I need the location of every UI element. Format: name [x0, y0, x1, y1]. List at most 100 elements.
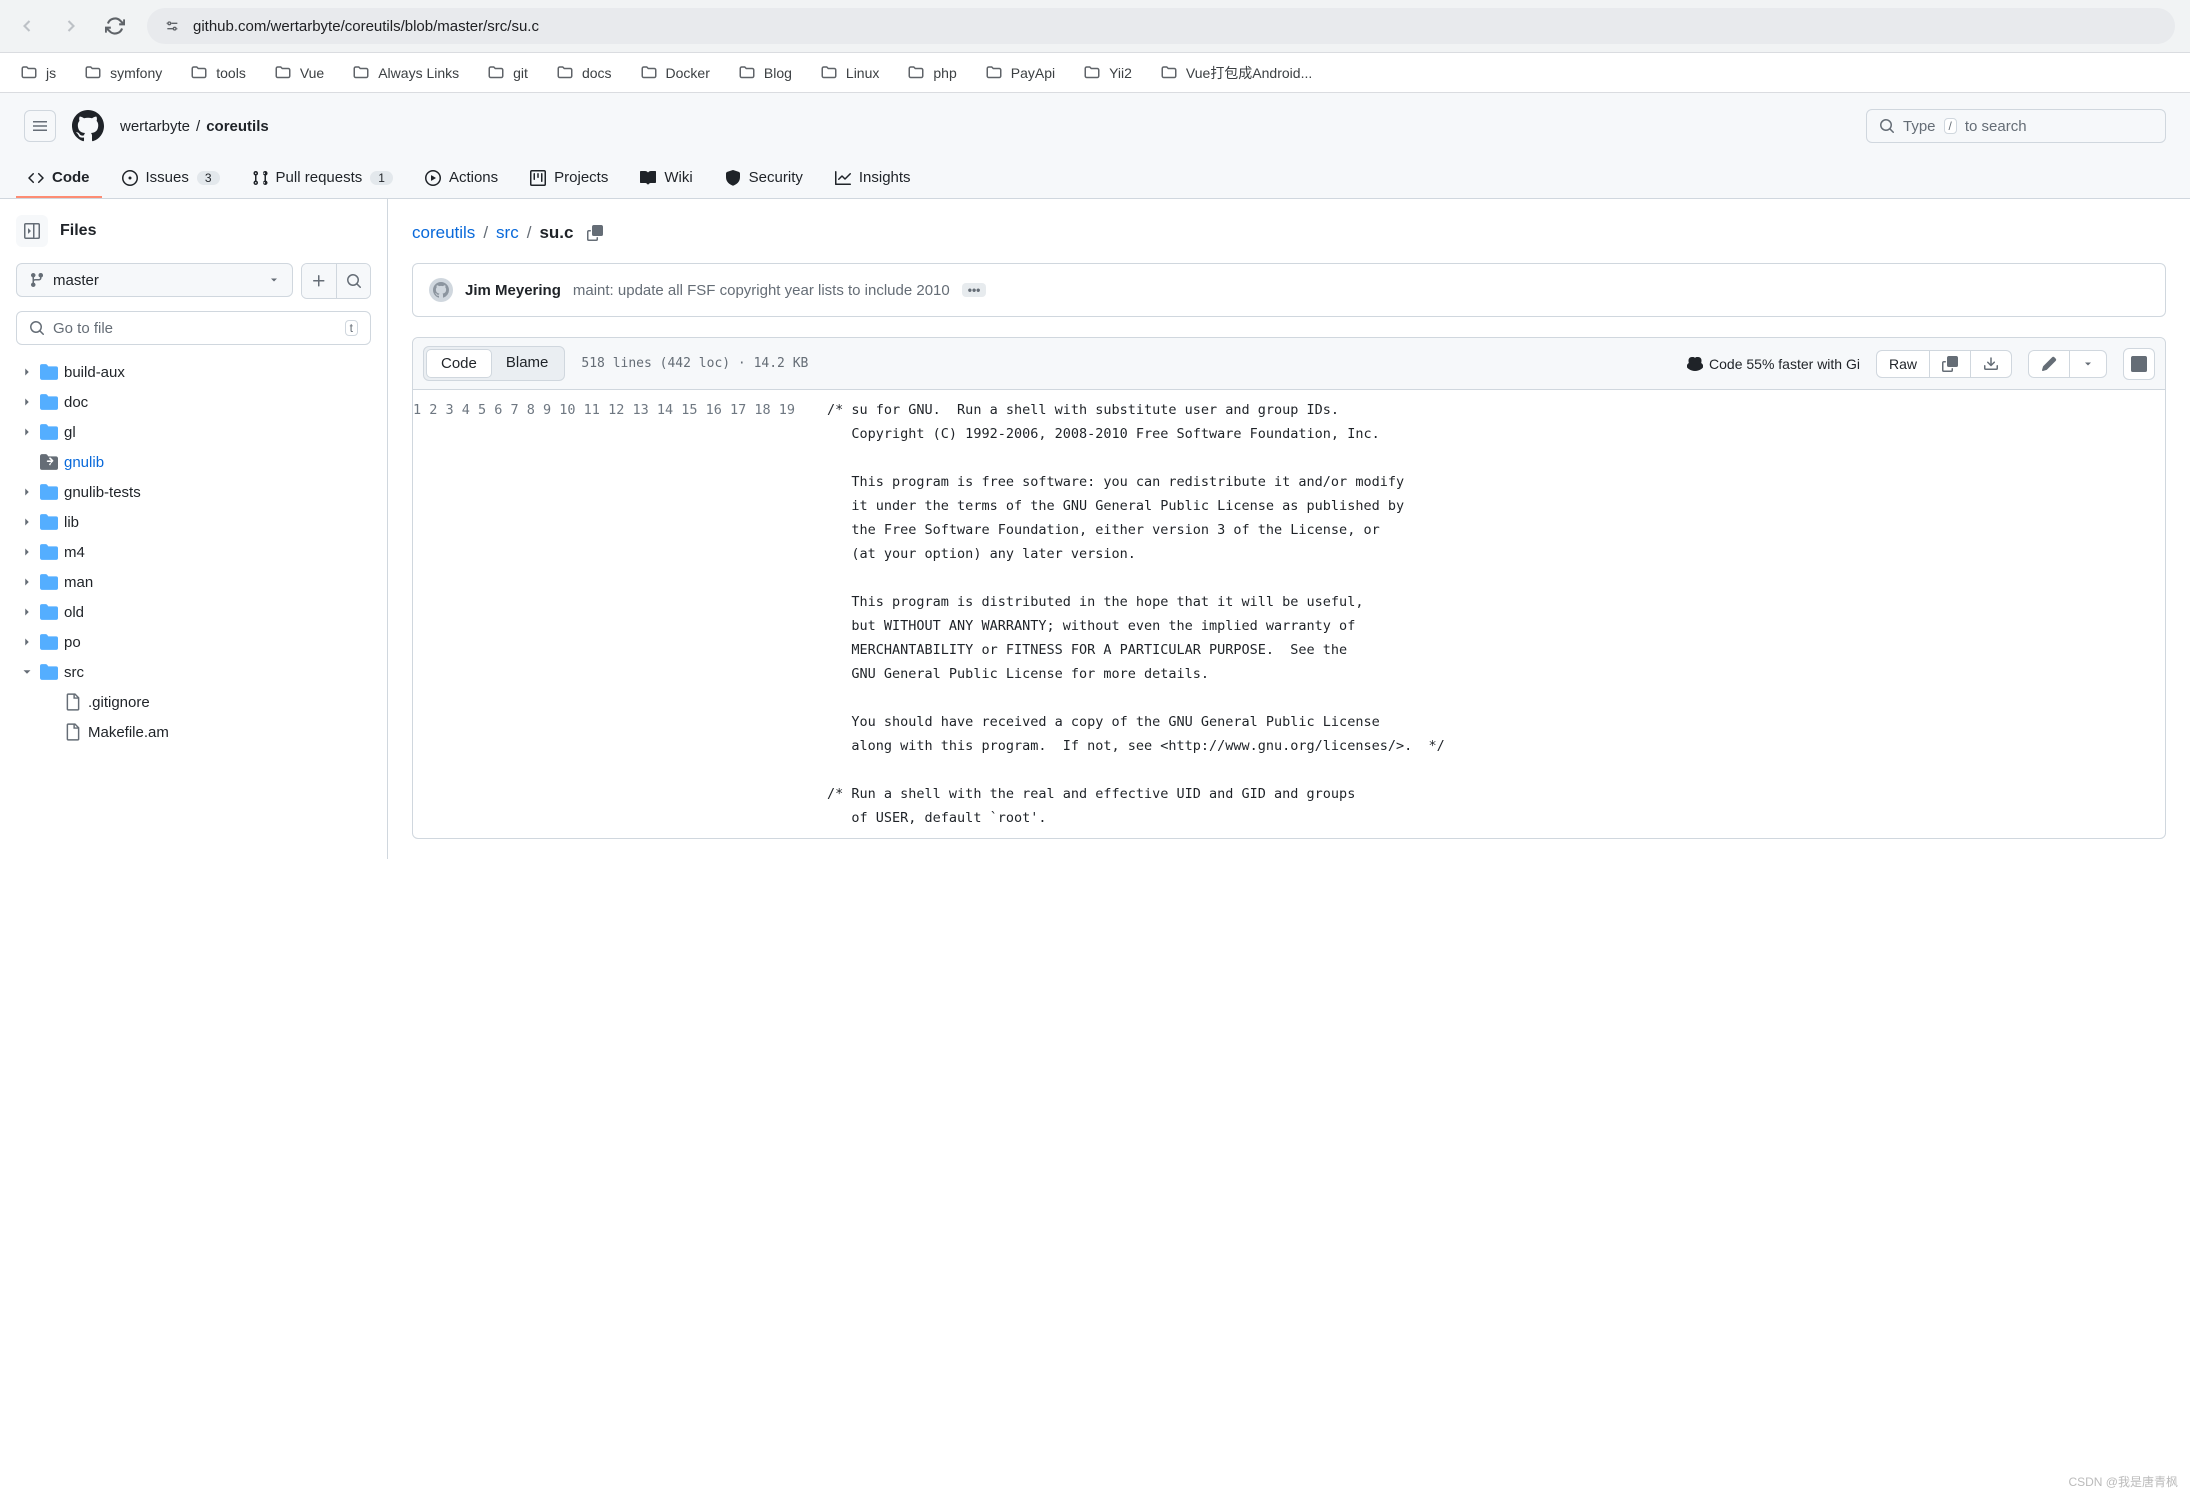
issues-count: 3: [197, 171, 220, 185]
folder-icon: [40, 513, 58, 531]
file-info: 518 lines (442 loc) · 14.2 KB: [581, 356, 808, 371]
folder-icon: [985, 64, 1003, 82]
path-breadcrumb: coreutils / src / su.c: [412, 219, 2166, 247]
site-info-icon[interactable]: [163, 17, 181, 35]
edit-button[interactable]: [2029, 351, 2069, 377]
tree-item[interactable]: gnulib-tests: [16, 477, 371, 507]
repo-breadcrumb: wertarbyte / coreutils: [120, 118, 1850, 135]
bookmark-item[interactable]: Vue: [264, 58, 334, 88]
download-button[interactable]: [1970, 351, 2011, 377]
tree-item[interactable]: m4: [16, 537, 371, 567]
commit-ellipsis[interactable]: •••: [962, 283, 987, 297]
tree-item[interactable]: build-aux: [16, 357, 371, 387]
latest-commit: Jim Meyering maint: update all FSF copyr…: [412, 263, 2166, 317]
bookmark-item[interactable]: Vue打包成Android...: [1150, 57, 1322, 89]
wiki-icon: [640, 170, 656, 186]
bookmark-item[interactable]: PayApi: [975, 58, 1065, 88]
bookmark-item[interactable]: Always Links: [342, 58, 469, 88]
files-heading: Files: [60, 222, 96, 240]
tab-actions[interactable]: Actions: [413, 159, 510, 198]
folder-icon: [40, 423, 58, 441]
tree-item[interactable]: gl: [16, 417, 371, 447]
chevron-right-icon: [20, 425, 34, 439]
tab-wiki[interactable]: Wiki: [628, 159, 704, 198]
code-panel: Code Blame 518 lines (442 loc) · 14.2 KB…: [412, 337, 2166, 839]
commit-author[interactable]: Jim Meyering: [465, 282, 561, 299]
code-tab[interactable]: Code: [426, 349, 492, 378]
bookmark-item[interactable]: Yii2: [1073, 58, 1142, 88]
github-logo[interactable]: [72, 110, 104, 142]
tree-item[interactable]: doc: [16, 387, 371, 417]
tree-item[interactable]: gnulib: [16, 447, 371, 477]
tab-security[interactable]: Security: [713, 159, 815, 198]
tab-pulls[interactable]: Pull requests 1: [240, 159, 405, 198]
bookmark-item[interactable]: symfony: [74, 58, 172, 88]
hamburger-menu[interactable]: [24, 110, 56, 142]
tab-code[interactable]: Code: [16, 159, 102, 198]
github-header: wertarbyte / coreutils Type / to search …: [0, 93, 2190, 199]
copilot-hint[interactable]: Code 55% faster with Gi: [1687, 356, 1860, 372]
actions-icon: [425, 170, 441, 186]
branch-selector[interactable]: master: [16, 263, 293, 297]
search-input[interactable]: Type / to search: [1866, 109, 2166, 143]
code-content[interactable]: /* su for GNU. Run a shell with substitu…: [811, 390, 1461, 838]
folder-icon: [352, 64, 370, 82]
code-blame-toggle: Code Blame: [423, 346, 565, 381]
bookmarks-bar: js symfony tools Vue Always Links gitdocs Dock…: [0, 53, 2190, 93]
search-kbd: /: [1944, 118, 1957, 134]
folder-icon: [84, 64, 102, 82]
blame-tab[interactable]: Blame: [492, 349, 563, 378]
edit-dropdown[interactable]: [2069, 351, 2106, 377]
folder-icon: [40, 393, 58, 411]
tree-item[interactable]: po: [16, 627, 371, 657]
commit-message[interactable]: maint: update all FSF copyright year lis…: [573, 282, 950, 299]
bookmark-item[interactable]: Blog: [728, 58, 802, 88]
collapse-tree-button[interactable]: [16, 215, 48, 247]
projects-icon: [530, 170, 546, 186]
repo-link[interactable]: coreutils: [206, 118, 269, 135]
shield-icon: [725, 170, 741, 186]
symbols-button[interactable]: [2123, 348, 2155, 380]
search-tree-button[interactable]: [336, 264, 370, 298]
breadcrumb-dir[interactable]: src: [496, 223, 519, 243]
go-to-file-input[interactable]: Go to file t: [16, 311, 371, 345]
tree-item[interactable]: .gitignore: [16, 687, 371, 717]
copy-raw-button[interactable]: [1929, 351, 1970, 377]
folder-icon: [556, 64, 574, 82]
tab-issues[interactable]: Issues 3: [110, 159, 232, 198]
file-tree: build-auxdocglgnulibgnulib-testslibm4man…: [16, 357, 371, 747]
breadcrumb-root[interactable]: coreutils: [412, 223, 475, 243]
bookmark-item[interactable]: docs: [546, 58, 622, 88]
add-file-button[interactable]: [302, 264, 336, 298]
avatar[interactable]: [429, 278, 453, 302]
reload-button[interactable]: [103, 14, 127, 38]
tree-item[interactable]: man: [16, 567, 371, 597]
tab-projects[interactable]: Projects: [518, 159, 620, 198]
raw-button[interactable]: Raw: [1877, 351, 1929, 377]
code-toolbar: Code Blame 518 lines (442 loc) · 14.2 KB…: [413, 338, 2165, 390]
owner-link[interactable]: wertarbyte: [120, 118, 190, 135]
folder-icon: [20, 64, 38, 82]
back-button[interactable]: [15, 14, 39, 38]
tab-insights[interactable]: Insights: [823, 159, 923, 198]
bookmark-item[interactable]: Docker: [630, 58, 720, 88]
file-icon: [64, 723, 82, 741]
tree-item[interactable]: old: [16, 597, 371, 627]
copy-path-button[interactable]: [581, 219, 609, 247]
folder-icon: [274, 64, 292, 82]
bookmark-item[interactable]: Linux: [810, 58, 889, 88]
chevron-right-icon: [20, 635, 34, 649]
chevron-right-icon: [20, 365, 34, 379]
bookmark-item[interactable]: git: [477, 58, 538, 88]
branch-icon: [29, 272, 45, 288]
tree-item[interactable]: Makefile.am: [16, 717, 371, 747]
address-bar[interactable]: github.com/wertarbyte/coreutils/blob/mas…: [147, 8, 2175, 44]
tree-item[interactable]: src: [16, 657, 371, 687]
bookmark-item[interactable]: tools: [180, 58, 256, 88]
folder-icon: [40, 573, 58, 591]
forward-button[interactable]: [59, 14, 83, 38]
bookmark-item[interactable]: js: [10, 58, 66, 88]
bookmark-item[interactable]: php: [897, 58, 966, 88]
tree-item[interactable]: lib: [16, 507, 371, 537]
folder-icon: [40, 633, 58, 651]
